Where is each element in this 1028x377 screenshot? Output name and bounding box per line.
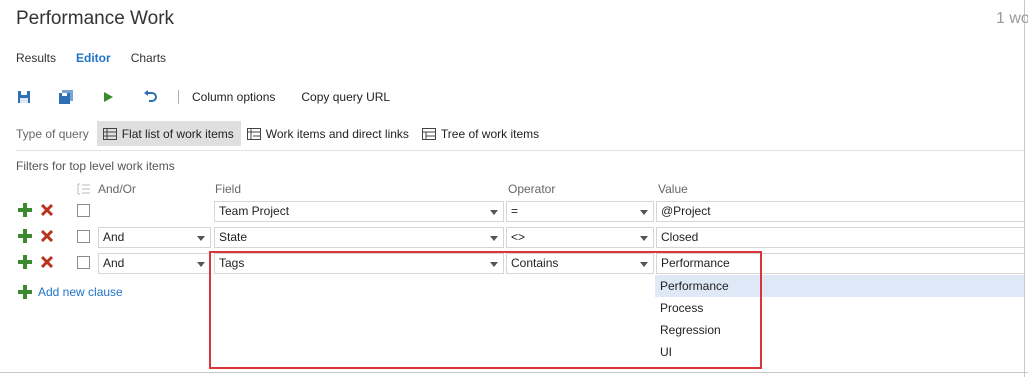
clause-checkbox[interactable] bbox=[77, 256, 90, 269]
save-as-icon[interactable] bbox=[56, 87, 76, 107]
clause-checkbox[interactable] bbox=[77, 204, 90, 217]
query-toolbar: Column options Copy query URL bbox=[14, 86, 416, 108]
add-new-clause-label: Add new clause bbox=[38, 285, 123, 299]
tab-results[interactable]: Results bbox=[16, 51, 56, 65]
andor-select[interactable]: And bbox=[98, 227, 211, 248]
query-type-label: Type of query bbox=[16, 126, 89, 141]
plus-icon bbox=[18, 285, 32, 299]
query-type-flat-list[interactable]: Flat list of work items bbox=[96, 121, 241, 146]
header-andor: And/Or bbox=[98, 182, 137, 196]
work-item-count: 1 wo bbox=[996, 10, 1028, 27]
tab-charts[interactable]: Charts bbox=[131, 51, 166, 65]
dropdown-option-ui[interactable]: UI bbox=[655, 341, 1024, 363]
operator-select[interactable]: = bbox=[506, 201, 654, 222]
field-value: Team Project bbox=[219, 204, 290, 218]
chevron-down-icon bbox=[490, 236, 498, 241]
value-dropdown-list: Performance Process Regression UI bbox=[655, 274, 1024, 366]
dropdown-option-performance[interactable]: Performance bbox=[655, 275, 1024, 297]
andor-select[interactable]: And bbox=[98, 253, 211, 274]
header-field: Field bbox=[215, 182, 242, 196]
chevron-down-icon bbox=[640, 262, 648, 267]
toolbar-separator bbox=[178, 90, 179, 104]
window-edge-right bbox=[1024, 0, 1025, 377]
dropdown-option-regression[interactable]: Regression bbox=[655, 319, 1024, 341]
operator-select[interactable]: Contains bbox=[506, 253, 654, 274]
field-select[interactable]: State bbox=[214, 227, 504, 248]
tree-icon bbox=[421, 127, 436, 140]
value-input[interactable]: Closed bbox=[656, 227, 1024, 248]
header-operator: Operator bbox=[508, 182, 556, 196]
add-clause-icon[interactable] bbox=[18, 229, 32, 243]
direct-links-icon bbox=[246, 127, 261, 140]
field-value: Tags bbox=[219, 256, 245, 270]
run-icon[interactable] bbox=[98, 87, 118, 107]
dropdown-option-process[interactable]: Process bbox=[655, 297, 1024, 319]
remove-clause-icon[interactable] bbox=[40, 255, 54, 269]
query-type-tree-label: Tree of work items bbox=[440, 126, 540, 141]
undo-icon[interactable] bbox=[140, 87, 160, 107]
add-clause-icon[interactable] bbox=[18, 255, 32, 269]
value-text: Performance bbox=[661, 256, 730, 270]
value-input[interactable]: @Project bbox=[656, 201, 1024, 222]
remove-clause-icon[interactable] bbox=[40, 203, 54, 217]
query-type-flat-list-label: Flat list of work items bbox=[121, 126, 234, 141]
filters-title: Filters for top level work items bbox=[16, 159, 175, 173]
value-input[interactable]: Performance bbox=[656, 253, 1024, 274]
andor-value: And bbox=[103, 256, 125, 270]
chevron-down-icon bbox=[197, 236, 205, 241]
add-new-clause-link[interactable]: Add new clause bbox=[18, 285, 123, 299]
chevron-down-icon bbox=[490, 262, 498, 267]
operator-value: = bbox=[511, 204, 519, 218]
tab-editor[interactable]: Editor bbox=[76, 51, 111, 65]
flat-list-icon bbox=[102, 127, 117, 140]
field-select[interactable]: Team Project bbox=[214, 201, 504, 222]
query-type-direct-links[interactable]: Work items and direct links bbox=[241, 121, 416, 146]
copy-query-url-button[interactable]: Copy query URL bbox=[301, 90, 390, 104]
remove-clause-icon[interactable] bbox=[40, 229, 54, 243]
header-value: Value bbox=[658, 182, 688, 196]
operator-value: <> bbox=[511, 230, 526, 244]
add-clause-icon[interactable] bbox=[18, 203, 32, 217]
value-text: @Project bbox=[661, 204, 711, 218]
chevron-down-icon bbox=[640, 236, 648, 241]
query-type-tree[interactable]: Tree of work items bbox=[416, 121, 546, 146]
chevron-down-icon bbox=[640, 210, 648, 215]
field-select[interactable]: Tags bbox=[214, 253, 504, 274]
query-type-selector: Type of query Flat list of work items Wo… bbox=[16, 120, 546, 147]
column-options-button[interactable]: Column options bbox=[192, 90, 275, 104]
group-clauses-icon[interactable] bbox=[77, 183, 91, 195]
chevron-down-icon bbox=[490, 210, 498, 215]
value-text: Closed bbox=[661, 230, 699, 244]
chevron-down-icon bbox=[197, 262, 205, 267]
field-value: State bbox=[219, 230, 248, 244]
operator-select[interactable]: <> bbox=[506, 227, 654, 248]
view-tabs: Results Editor Charts bbox=[16, 51, 186, 65]
clause-checkbox[interactable] bbox=[77, 230, 90, 243]
section-divider bbox=[16, 150, 1024, 151]
query-type-direct-links-label: Work items and direct links bbox=[265, 126, 409, 141]
andor-value: And bbox=[103, 230, 125, 244]
window-edge-bottom bbox=[0, 372, 1028, 373]
operator-value: Contains bbox=[511, 256, 559, 270]
page-title: Performance Work bbox=[16, 8, 175, 29]
save-icon[interactable] bbox=[14, 87, 34, 107]
